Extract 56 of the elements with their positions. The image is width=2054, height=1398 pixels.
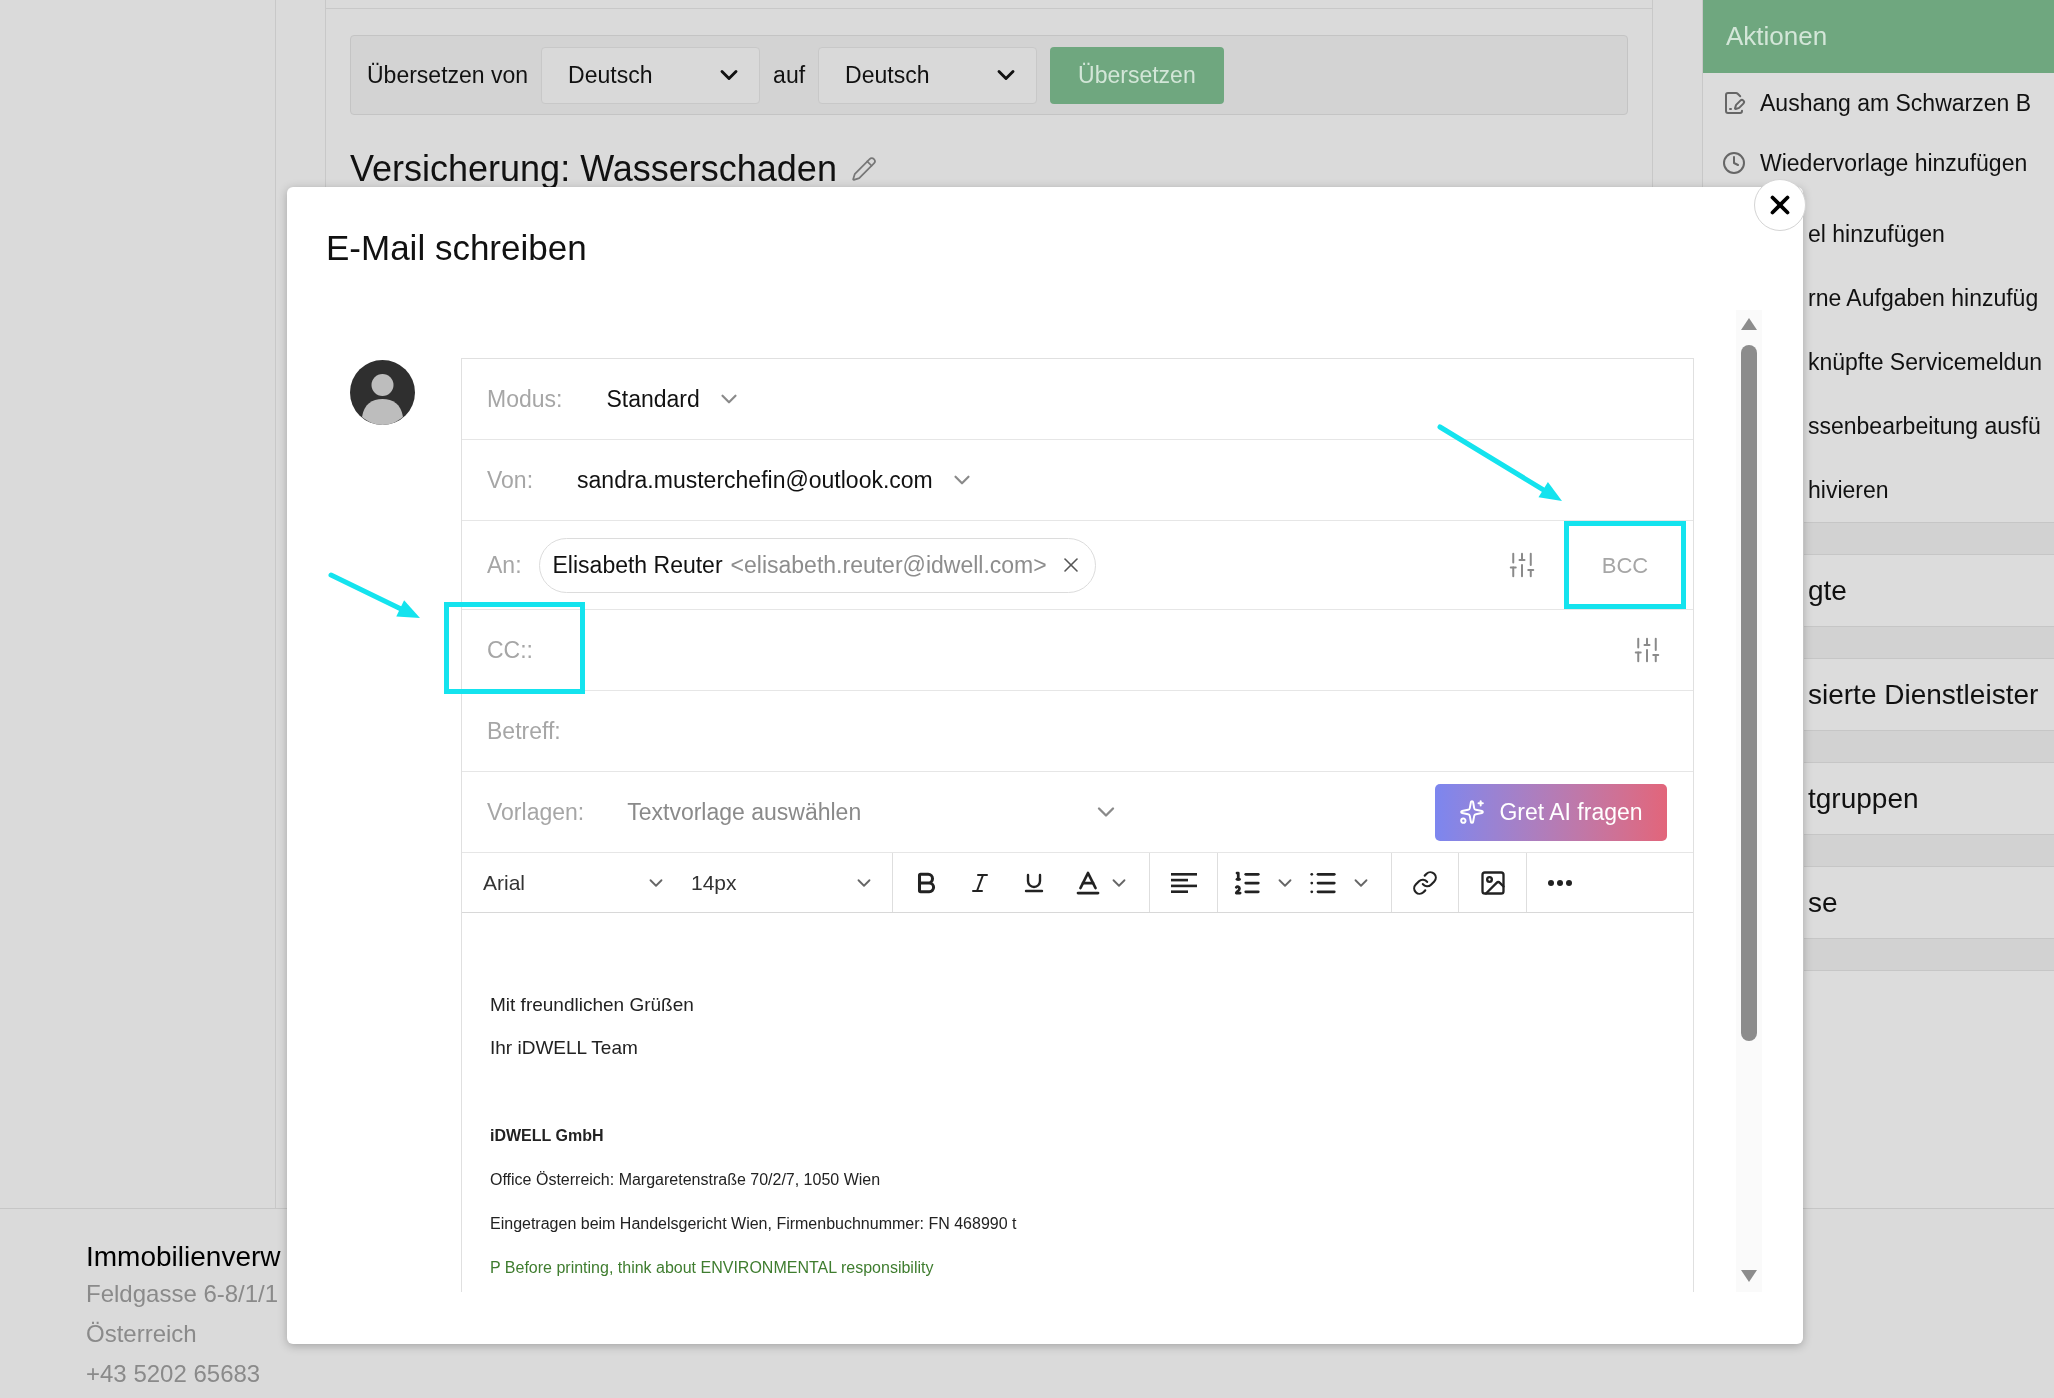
field-label: CC:: [487,635,533,665]
scroll-down-icon[interactable] [1741,1270,1757,1282]
dropdown-select[interactable]: Standard [606,381,742,417]
dialog-title: E-Mail schreiben [326,228,587,268]
action-item[interactable]: Wiedervorlage hinzufügen [1703,133,2054,193]
avatar [350,360,415,425]
page-title: Versicherung: Wasserschaden [350,150,837,187]
sliders-icon[interactable] [1632,635,1662,665]
pencil-icon[interactable] [850,155,877,182]
language-select[interactable]: Deutsch [541,46,761,104]
more-icon [1548,879,1572,886]
field-label: Von: [487,465,534,495]
section-title: se [1807,885,1839,920]
signature-line: Eingetragen beim Handelsgericht Wien, Firmenbuchnummer: FN 468990 t [490,1214,1017,1234]
font-size-select[interactable]: 14px [677,860,881,905]
action-item[interactable]: hivieren [1804,458,2054,522]
sparkle-icon [1459,799,1486,825]
section-title: tgruppen [1807,781,1920,816]
action-item[interactable]: rne Aufgaben hinzufüg [1804,266,2054,330]
message-line: Mit freundlichen Grüßen [490,994,694,1016]
translate-label: Übersetzen von [367,60,529,90]
message-line: Ihr iDWELL Team [490,1037,638,1059]
recipient-address: <elisabeth.reuter@idwell.com> [730,550,1047,580]
link-icon [1412,869,1438,896]
align-left-icon [1170,872,1197,893]
recipient-field[interactable]: An: Elisabeth Reuter <elisabeth.reuter@idwell.com> BCC [462,521,1693,609]
signature-company: iDWELL GmbH [490,1126,604,1146]
address-line: Österreich [86,1319,197,1349]
translate-label: auf [773,60,806,90]
clock-icon [1722,151,1746,175]
action-item[interactable]: el hinzufügen [1804,202,2054,266]
edit-document-icon [1722,91,1746,115]
section-title: gte [1807,573,1848,608]
scrollbar-thumb[interactable] [1741,345,1757,1041]
dropdown-select[interactable]: sandra.musterchefin@outlook.com [577,462,975,498]
address-line: +43 5202 65683 [86,1359,261,1389]
action-item[interactable]: ssenbearbeitung ausfü [1804,394,2054,458]
company-name: Immobilienverw [86,1240,281,1274]
image-icon [1478,868,1507,897]
signature-line: Office Österreich: Margaretenstraße 70/2/7, 1050 Wien [490,1170,881,1190]
language-select[interactable]: Deutsch [818,46,1038,104]
font-select[interactable]: Arial [462,860,677,905]
action-item[interactable]: knüpfte Servicemeldun [1804,330,2054,394]
field-label: Vorlagen: [487,797,585,827]
field-label: An: [487,550,522,580]
recipient-name: Elisabeth Reuter [552,550,723,580]
signature-note: P Before printing, think about ENVIRONMENTAL responsibility [490,1258,934,1278]
address-line: Feldgasse 6-8/1/1 [86,1279,279,1309]
close-button[interactable] [1754,179,1806,231]
actions-header: Aktionen [1703,0,2054,73]
sliders-icon[interactable] [1507,550,1537,580]
section-title: sierte Dienstleister [1807,677,2040,712]
action-item[interactable]: Aushang am Schwarzen B [1703,73,2054,133]
field-label: Betreff: [487,716,561,746]
scroll-up-icon[interactable] [1741,318,1757,330]
field-label: Modus: [487,384,563,414]
